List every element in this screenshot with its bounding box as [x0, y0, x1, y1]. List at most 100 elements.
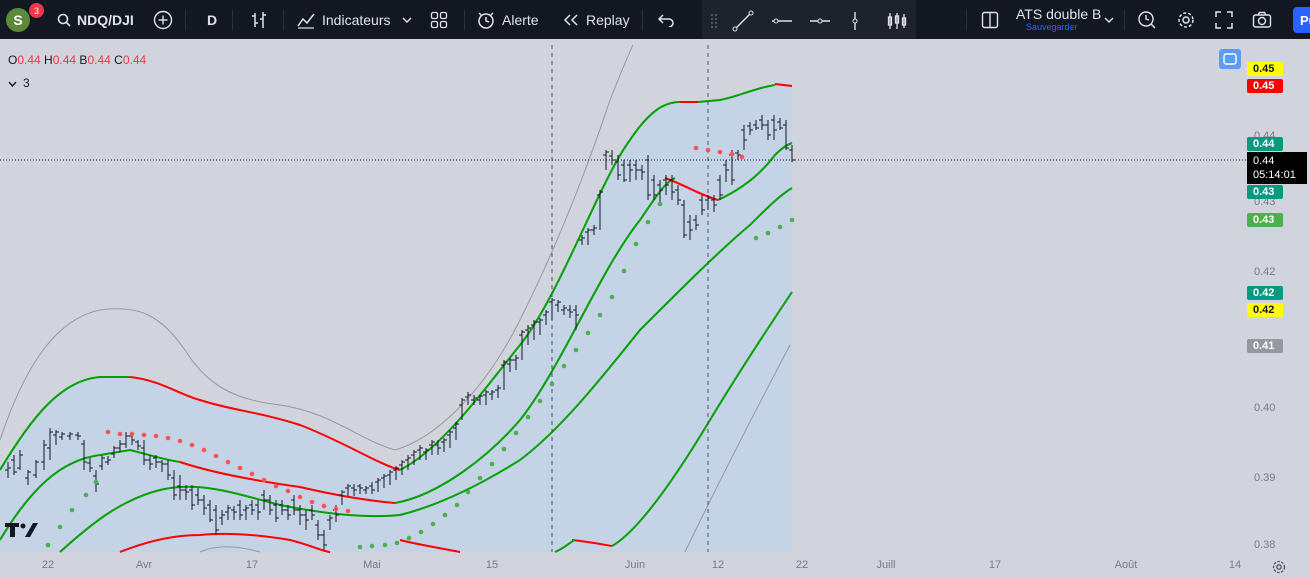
sar-dot-up [753, 235, 759, 241]
settings-button[interactable] [1176, 0, 1196, 39]
sar-dot-down [105, 429, 111, 435]
templates-button[interactable] [430, 0, 448, 39]
price-label-lower: 0.43 [1247, 185, 1283, 199]
sync-button[interactable] [1219, 49, 1241, 69]
sar-dot-down [309, 499, 315, 505]
sar-dot-down [705, 147, 711, 153]
horizontal-line-icon[interactable] [808, 10, 832, 32]
notification-badge: 3 [29, 3, 44, 18]
quick-search-button[interactable] [1137, 0, 1157, 39]
indicators-icon [297, 13, 315, 29]
price-label-gray: 0.41 [1247, 339, 1283, 353]
compare-symbol-button[interactable] [153, 0, 173, 39]
layout-menu-button[interactable] [1104, 0, 1114, 39]
sar-dot-up [406, 535, 412, 541]
sar-dot-down [189, 442, 195, 448]
sar-dot-up [83, 492, 89, 498]
trend-line-icon[interactable] [732, 10, 754, 32]
fullscreen-button[interactable] [1215, 0, 1233, 39]
save-label: Sauvegarder [1026, 22, 1078, 32]
sar-dot-down [321, 503, 327, 509]
sar-dot-up [789, 217, 795, 223]
camera-icon [1252, 11, 1272, 28]
sar-dot-up [501, 446, 507, 452]
grid-icon [430, 11, 448, 28]
sync-icon [1223, 53, 1237, 65]
layout-button[interactable] [981, 0, 999, 39]
sar-dot-up [585, 330, 591, 336]
publish-button[interactable]: Pu [1293, 7, 1310, 33]
sar-dot-down [213, 453, 219, 459]
sar-dot-down [201, 447, 207, 453]
sar-dot-up [69, 507, 75, 513]
sar-dot-up [765, 230, 771, 236]
sar-dot-up [465, 489, 471, 495]
sar-dot-up [633, 241, 639, 247]
clock-search-icon [1138, 10, 1156, 28]
price-tick: 0.38 [1254, 539, 1276, 551]
tradingview-logo [5, 523, 38, 537]
sar-dot-down [693, 145, 699, 151]
sar-dot-down [297, 494, 303, 500]
sar-dot-down [177, 438, 183, 444]
sar-dot-up [609, 294, 615, 300]
sar-dot-up [477, 475, 483, 481]
sar-dot-up [513, 430, 519, 436]
sar-dot-down [729, 151, 735, 157]
drag-handle-icon[interactable] [710, 13, 718, 29]
interval-label: D [207, 11, 218, 28]
interval-button[interactable]: D [207, 0, 217, 39]
time-tick: Juill [876, 559, 896, 571]
horizontal-ray-icon[interactable] [770, 10, 794, 32]
sar-dot-up [489, 461, 495, 467]
price-label-bb-upper: 0.45 [1247, 62, 1283, 76]
indicators-button[interactable]: Indicateurs [296, 0, 412, 39]
fullscreen-icon [1215, 10, 1233, 29]
alert-button[interactable]: Alerte [476, 0, 539, 39]
sar-dot-up [525, 414, 531, 420]
snapshot-button[interactable] [1252, 0, 1272, 39]
sar-dot-down [345, 508, 351, 514]
chart-pane[interactable] [0, 39, 1310, 578]
open-value: 0.44 [17, 53, 41, 67]
sar-dot-up [645, 219, 651, 225]
undo-button[interactable] [657, 0, 675, 39]
high-value: 0.44 [52, 53, 77, 67]
sar-dot-down [261, 477, 267, 483]
price-label-sar: 0.43 [1247, 213, 1283, 227]
replay-button[interactable]: Replay [562, 0, 630, 39]
price-label-upper-band: 0.45 [1247, 79, 1283, 93]
user-avatar[interactable]: S [6, 8, 30, 32]
time-tick: 14 [1228, 559, 1242, 571]
sar-dot-down [273, 483, 279, 489]
sar-dot-up [657, 201, 663, 207]
indicators-label: Indicateurs [322, 11, 391, 28]
time-tick: Avr [135, 559, 153, 571]
sar-dot-down [249, 471, 255, 477]
sar-dot-down [739, 154, 745, 160]
axis-settings-icon[interactable] [1272, 560, 1286, 574]
time-tick: 17 [245, 559, 259, 571]
sar-dot-up [394, 540, 400, 546]
time-tick: 12 [711, 559, 725, 571]
indicators-toggle[interactable]: 3 [8, 76, 30, 90]
sar-dot-up [93, 479, 99, 485]
symbol-search-button[interactable]: NDQ/DJI [57, 0, 134, 39]
vertical-line-icon[interactable] [848, 10, 862, 32]
save-layout-button[interactable]: ATS double B Sauvegarder [1016, 6, 1101, 32]
candlestick-icon[interactable] [886, 10, 908, 32]
chart-type-button[interactable] [250, 0, 268, 39]
bars-chart-icon [252, 11, 266, 28]
price-label-lower-band: 0.42 [1247, 286, 1283, 300]
rewind-icon [563, 13, 578, 26]
close-label: C [114, 53, 123, 67]
sar-dot-down [333, 506, 339, 512]
layout-name: ATS double B [1016, 6, 1102, 22]
sar-dot-down [129, 431, 135, 437]
chevron-down-icon [402, 17, 412, 23]
sar-dot-up [442, 512, 448, 518]
sar-dot-down [285, 488, 291, 494]
high-label: H [44, 53, 53, 67]
sar-dot-up [369, 543, 375, 549]
sar-dot-up [382, 542, 388, 548]
